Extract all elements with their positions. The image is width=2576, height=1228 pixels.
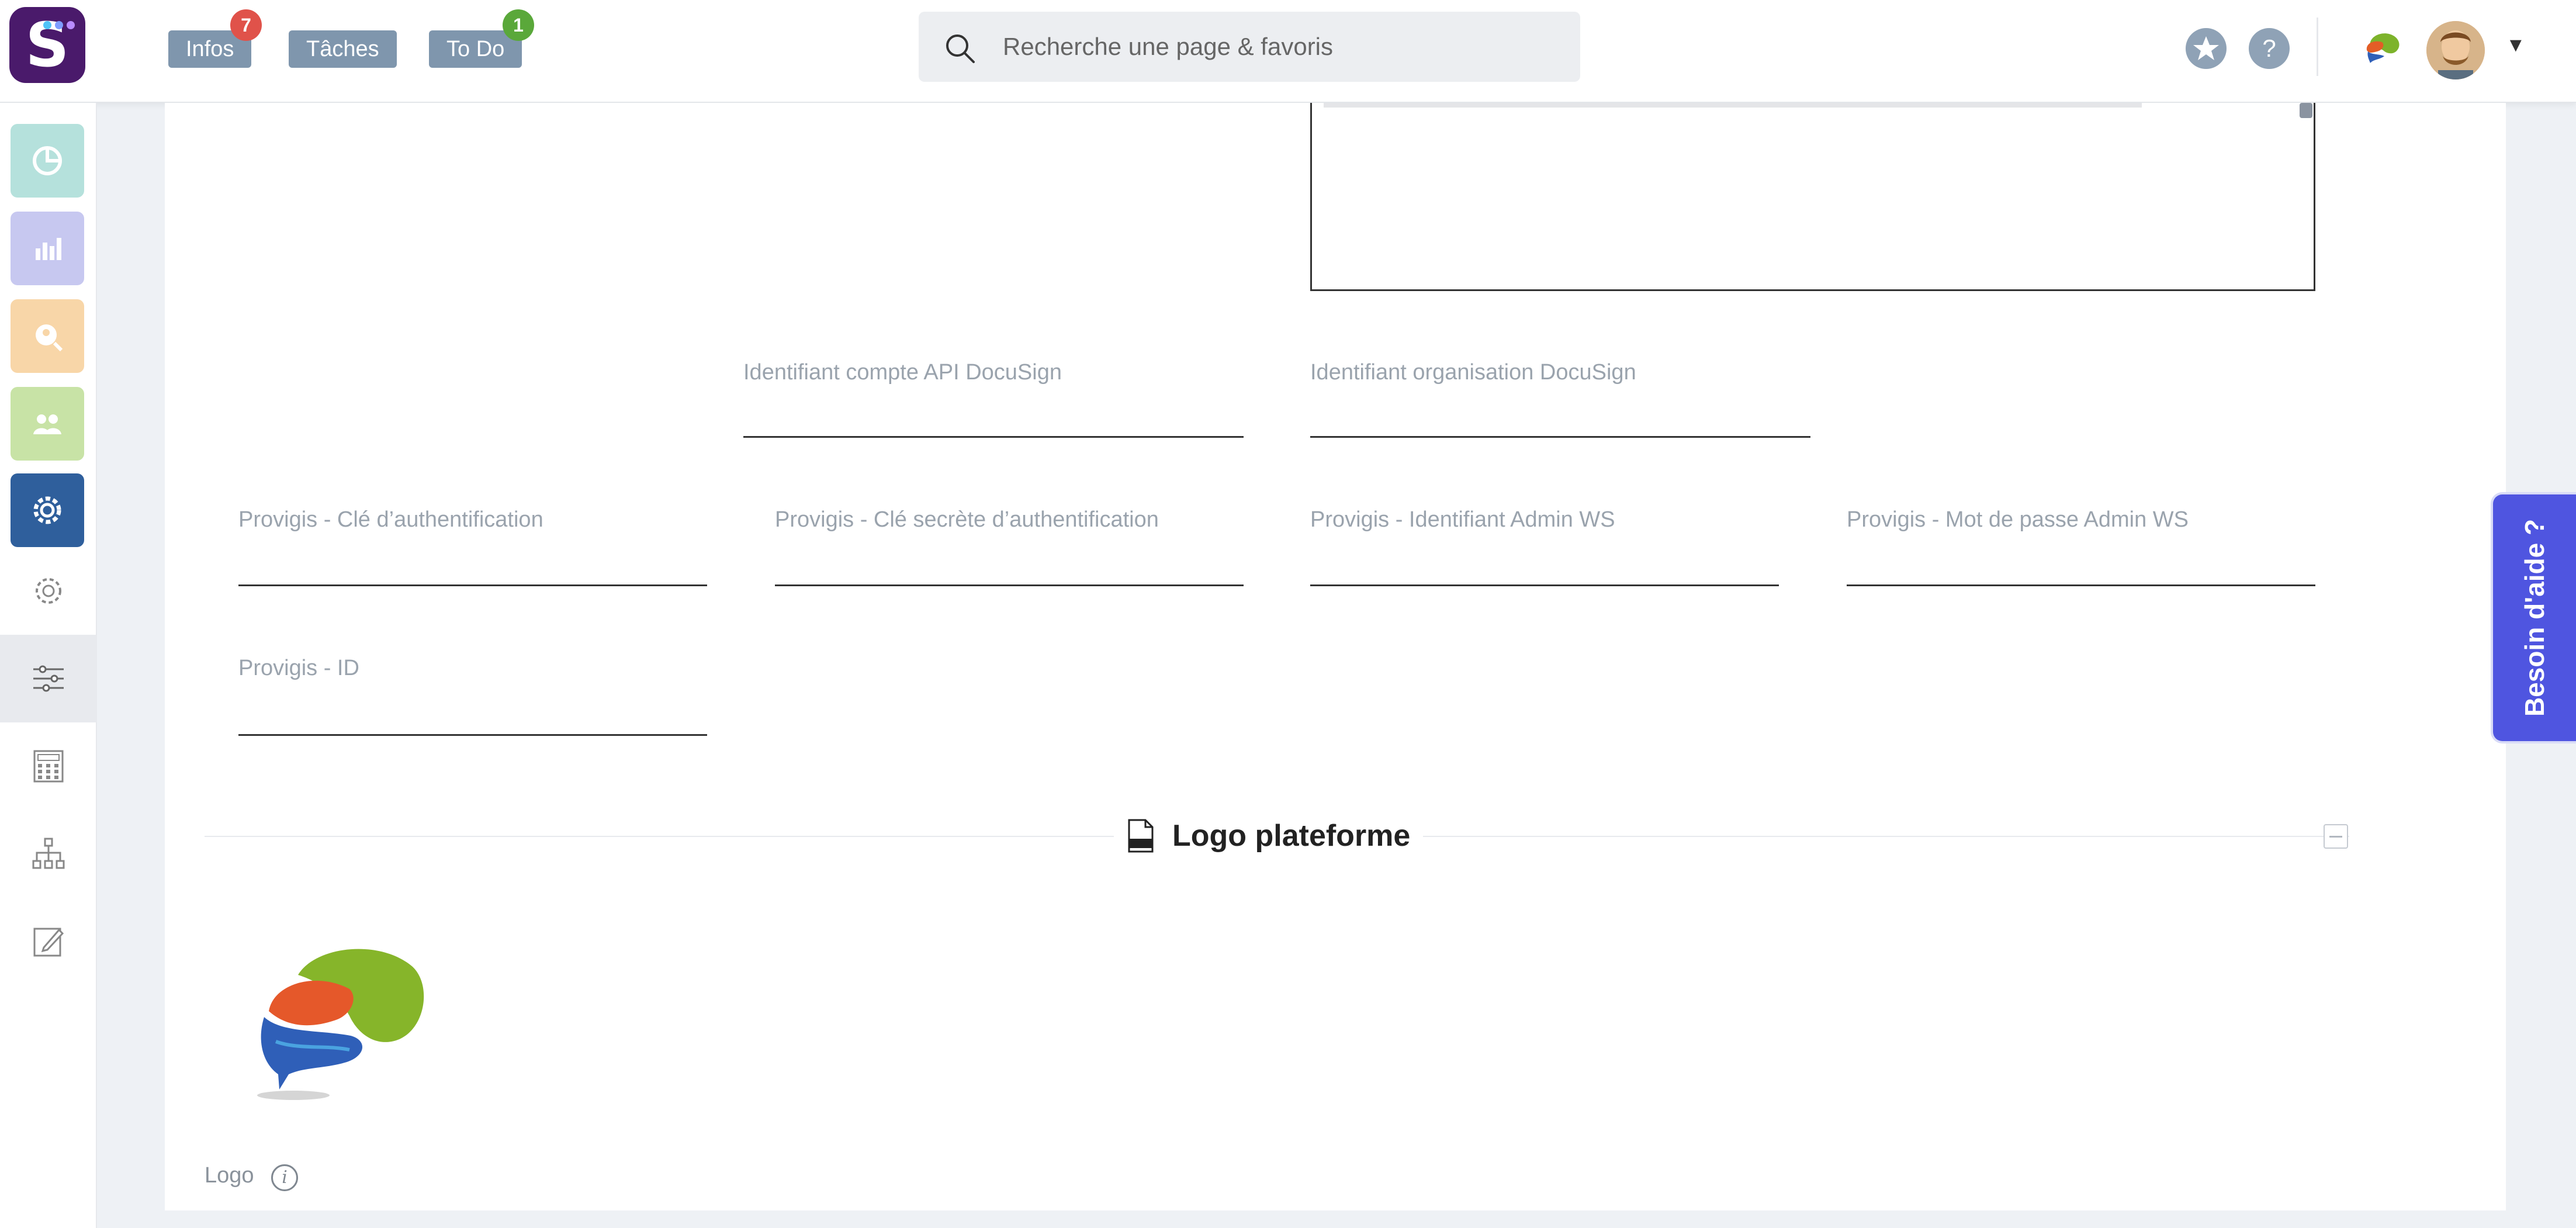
- nav-taches-button[interactable]: Tâches: [289, 30, 397, 68]
- clipped-text-line: [1324, 103, 2142, 108]
- nav-infos-label: Infos: [186, 37, 234, 61]
- collapse-button[interactable]: [2324, 824, 2348, 849]
- brain-logo-icon[interactable]: [2362, 30, 2403, 65]
- platform-logo-image: [257, 949, 424, 1100]
- provigis-admin-id-input[interactable]: [1310, 584, 1779, 586]
- group-icon: [33, 414, 61, 434]
- docusign-org-label: Identifiant organisation DocuSign: [1310, 360, 1636, 385]
- edit-icon: [33, 928, 64, 957]
- sidebar-item-parameters[interactable]: [0, 635, 97, 722]
- docusign-account-label: Identifiant compte API DocuSign: [743, 360, 1062, 385]
- provigis-key-input[interactable]: [238, 584, 707, 586]
- section-header: Logo plateforme: [1114, 812, 1424, 859]
- provigis-secret-label: Provigis - Clé secrète d’authentificatio…: [775, 507, 1159, 532]
- top-bar: S Infos 7 Tâches To Do 1 ? ▼: [0, 0, 2576, 103]
- calculator-icon: [33, 750, 64, 783]
- provigis-secret-input[interactable]: [775, 584, 1244, 586]
- user-search-icon: [36, 324, 63, 352]
- help-icon[interactable]: ?: [2249, 28, 2290, 69]
- sidebar-item-dashboard[interactable]: [11, 124, 84, 198]
- sidebar-item-edit[interactable]: [0, 898, 97, 985]
- docusign-account-input[interactable]: [743, 436, 1244, 438]
- search-bar[interactable]: [919, 12, 1580, 82]
- section-title: Logo plateforme: [1172, 819, 1411, 853]
- sidebar-item-calculator[interactable]: [0, 722, 97, 810]
- bar-chart-icon: [36, 238, 61, 260]
- logo-label: Logo: [205, 1163, 254, 1188]
- png-file-icon: [1128, 819, 1154, 853]
- search-icon: [946, 34, 975, 63]
- todo-count-badge: 1: [503, 9, 534, 41]
- settings-icon: [33, 496, 61, 524]
- chevron-down-icon[interactable]: ▼: [2506, 34, 2526, 57]
- pie-chart-icon: [33, 146, 62, 175]
- divider: [2317, 18, 2318, 76]
- sidebar-item-administration[interactable]: [11, 473, 84, 547]
- sliders-icon: [33, 665, 64, 692]
- provigis-admin-pwd-input[interactable]: [1847, 584, 2315, 586]
- search-input[interactable]: [1003, 26, 1552, 68]
- sidebar-item-settings[interactable]: [0, 547, 97, 635]
- user-avatar[interactable]: [2426, 21, 2485, 79]
- docusign-org-input[interactable]: [1310, 436, 1810, 438]
- nav-todo-label: To Do: [446, 37, 505, 61]
- nav-taches-label: Tâches: [306, 37, 379, 61]
- star-icon[interactable]: [2186, 28, 2227, 69]
- sidebar-item-groups[interactable]: [11, 387, 84, 461]
- provigis-id-input[interactable]: [238, 734, 707, 736]
- text-area[interactable]: [1310, 103, 2315, 291]
- sidebar-item-statistics[interactable]: [11, 212, 84, 285]
- sidebar: [0, 103, 97, 1228]
- scrollbar-thumb[interactable]: [2300, 103, 2312, 118]
- help-tab[interactable]: Besoin d'aide ?: [2493, 494, 2576, 741]
- sidebar-item-organization[interactable]: [0, 810, 97, 898]
- provigis-id-label: Provigis - ID: [238, 656, 359, 680]
- provigis-key-label: Provigis - Clé d’authentification: [238, 507, 543, 532]
- sidebar-item-search-users[interactable]: [11, 299, 84, 373]
- info-icon[interactable]: i: [271, 1164, 298, 1191]
- org-chart-icon: [32, 838, 65, 869]
- provigis-admin-id-label: Provigis - Identifiant Admin WS: [1310, 507, 1615, 532]
- help-tab-label: Besoin d'aide ?: [2519, 518, 2550, 717]
- infos-count-badge: 7: [230, 9, 262, 41]
- provigis-admin-pwd-label: Provigis - Mot de passe Admin WS: [1847, 507, 2189, 532]
- app-logo[interactable]: S: [9, 7, 85, 83]
- help-icon-glyph: ?: [2262, 34, 2276, 62]
- gear-icon: [36, 578, 61, 604]
